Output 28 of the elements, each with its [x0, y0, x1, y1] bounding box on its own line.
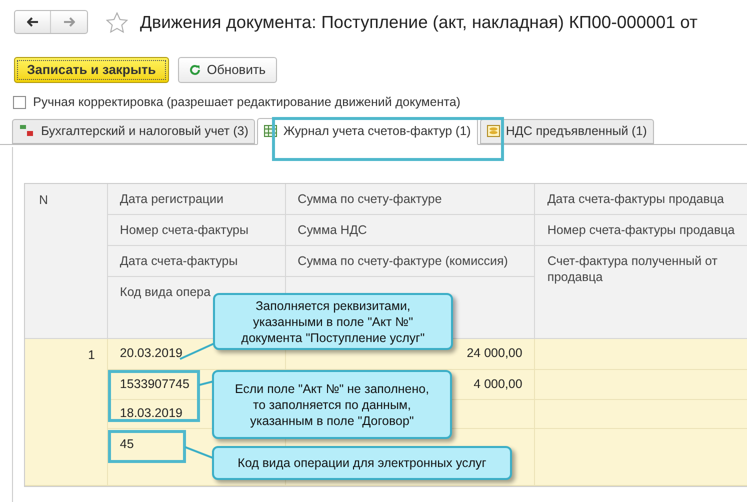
coins-icon	[486, 125, 500, 138]
table-cell-text: 1	[88, 346, 95, 364]
callout: Код вида операции для электронных услуг	[212, 446, 512, 480]
leader-line	[199, 379, 215, 387]
callout: Если поле "Акт №" не заполнено, то заполняется по данным, указанным в поле "Договор"	[212, 370, 452, 439]
refresh-icon	[188, 64, 201, 76]
column-header: Сумма по счету-фактуре (комиссия)	[298, 252, 508, 269]
checkbox[interactable]	[13, 96, 26, 109]
window-title: Движения документа: Поступление (акт, накладная) КП00-000001 от	[140, 10, 698, 34]
column-header: Дата счета-фактуры	[120, 252, 238, 269]
column-header: Дата счета-фактуры продавца	[547, 190, 724, 207]
checkbox-label: Ручная корректировка (разрешает редактирование движений документа)	[33, 94, 460, 111]
tab[interactable]: Бухгалтерский и налоговый учет (3)	[12, 118, 256, 144]
callout: Заполняется реквизитами, указанными в поле "Акт №" документа "Поступление услуг"	[213, 293, 453, 350]
debit-credit-icon	[19, 124, 35, 138]
refresh-button[interactable]: Обновить	[178, 57, 277, 83]
column-header: Счет-фактура полученный от продавца	[547, 252, 718, 285]
column-header: Сумма НДС	[298, 222, 367, 238]
column-header: Сумма по счету-фактуре	[298, 190, 442, 207]
tab[interactable]: НДС предъявленный (1)	[480, 118, 654, 144]
column-header: Код вида опера	[120, 284, 211, 300]
save-and-close-button[interactable]: Записать и закрыть	[14, 57, 169, 83]
column-header: N	[39, 192, 48, 209]
leader-line	[185, 446, 213, 460]
column-header: Номер счета-фактуры продавца	[547, 222, 735, 238]
star-icon[interactable]	[106, 12, 128, 32]
column-header: Номер счета-фактуры	[120, 222, 248, 238]
column-header: Дата регистрации	[120, 190, 224, 207]
